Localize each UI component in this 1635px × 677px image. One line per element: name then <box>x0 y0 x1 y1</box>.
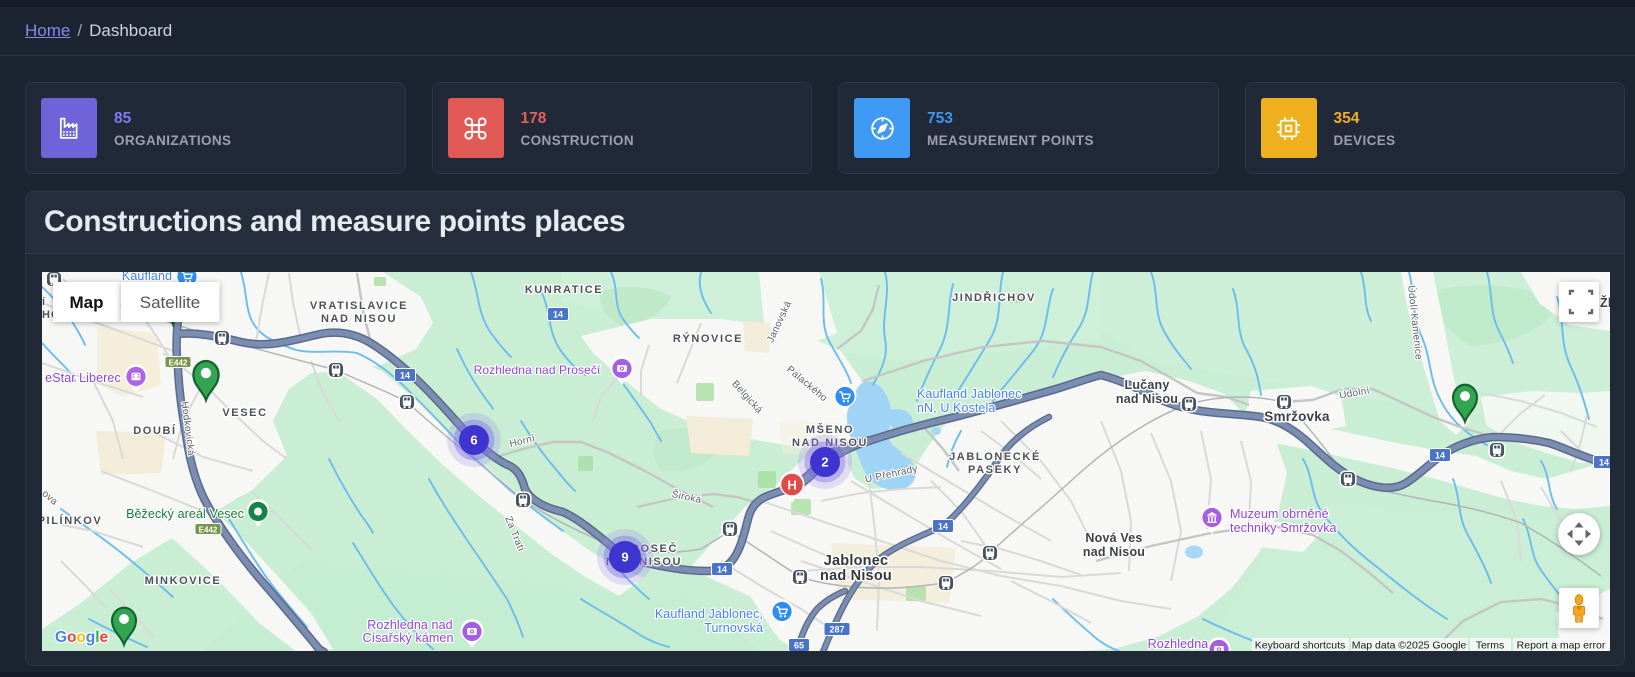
svg-text:nad Nisou: nad Nisou <box>1116 392 1178 406</box>
svg-text:MINKOVICE: MINKOVICE <box>145 575 222 587</box>
svg-text:Nová Ves: Nová Ves <box>1085 531 1142 545</box>
svg-text:Smržovka: Smržovka <box>1264 409 1330 424</box>
svg-text:Report a map error: Report a map error <box>1517 639 1606 651</box>
svg-text:287: 287 <box>829 624 844 634</box>
svg-text:KUNRATICE: KUNRATICE <box>525 284 603 296</box>
svg-text:e: e <box>100 629 109 646</box>
svg-text:14: 14 <box>553 309 563 319</box>
svg-text:Satellite: Satellite <box>140 293 200 312</box>
svg-text:Lučany: Lučany <box>1125 378 1170 392</box>
svg-text:6: 6 <box>470 432 477 447</box>
svg-text:14: 14 <box>938 521 948 531</box>
svg-text:nN, U Kostela: nN, U Kostela <box>917 401 995 415</box>
svg-text:14: 14 <box>1435 450 1445 460</box>
svg-text:JINDŘICHOV: JINDŘICHOV <box>952 291 1036 304</box>
svg-text:Běžecký areál Vesec: Běžecký areál Vesec <box>126 507 244 521</box>
svg-text:nad Nisou: nad Nisou <box>820 568 892 584</box>
svg-text:Žl: Žl <box>1600 295 1610 310</box>
svg-text:MŠENO: MŠENO <box>806 423 854 436</box>
svg-text:Map data ©2025 Google: Map data ©2025 Google <box>1352 639 1467 651</box>
svg-text:E442: E442 <box>169 358 188 367</box>
svg-text:VRATISLAVICE: VRATISLAVICE <box>310 300 408 312</box>
svg-text:H: H <box>787 477 796 492</box>
svg-text:techniky Smržovka: techniky Smržovka <box>1230 521 1337 535</box>
svg-text:Rozhledna: Rozhledna <box>1148 637 1209 651</box>
svg-text:Rozhledna nad: Rozhledna nad <box>367 618 452 632</box>
svg-text:Rozhledna nad Prosečí: Rozhledna nad Prosečí <box>474 363 601 377</box>
svg-text:NAD NISOU: NAD NISOU <box>321 313 397 325</box>
svg-text:E442: E442 <box>199 525 218 534</box>
svg-text:o: o <box>67 629 76 646</box>
svg-text:65: 65 <box>794 640 804 650</box>
svg-text:JABLONECKÉ: JABLONECKÉ <box>949 450 1041 463</box>
svg-text:VESEC: VESEC <box>222 407 267 419</box>
svg-text:í: í <box>42 296 46 308</box>
svg-text:Keyboard shortcuts: Keyboard shortcuts <box>1255 639 1345 651</box>
svg-text:PASEKY: PASEKY <box>968 464 1022 476</box>
svg-text:Map: Map <box>70 293 104 312</box>
svg-text:eStar Liberec: eStar Liberec <box>45 371 121 385</box>
svg-text:Kaufland Jablonec,: Kaufland Jablonec, <box>655 607 763 621</box>
svg-text:14: 14 <box>1599 457 1609 467</box>
svg-text:o: o <box>76 629 85 646</box>
svg-text:Císařský kámen: Císařský kámen <box>362 631 453 645</box>
svg-text:Kaufland Jablonec: Kaufland Jablonec <box>917 387 1022 401</box>
svg-text:2: 2 <box>821 454 828 469</box>
svg-text:Kaufland: Kaufland <box>122 272 172 283</box>
svg-text:9: 9 <box>621 549 628 564</box>
svg-text:nad Nisou: nad Nisou <box>1083 545 1145 559</box>
svg-text:Muzeum obrněné: Muzeum obrněné <box>1230 507 1329 521</box>
svg-text:DOUBÍ: DOUBÍ <box>133 424 176 437</box>
svg-text:14: 14 <box>717 564 727 574</box>
svg-text:Turnovská: Turnovská <box>704 621 763 635</box>
svg-text:Jablonec: Jablonec <box>824 553 888 569</box>
svg-text:RÝNOVICE: RÝNOVICE <box>673 332 743 345</box>
svg-text:14: 14 <box>400 370 410 380</box>
svg-text:G: G <box>55 629 67 646</box>
svg-text:Terms: Terms <box>1476 639 1505 651</box>
svg-text:PILÍNKOV: PILÍNKOV <box>42 514 102 527</box>
svg-text:g: g <box>86 629 95 646</box>
